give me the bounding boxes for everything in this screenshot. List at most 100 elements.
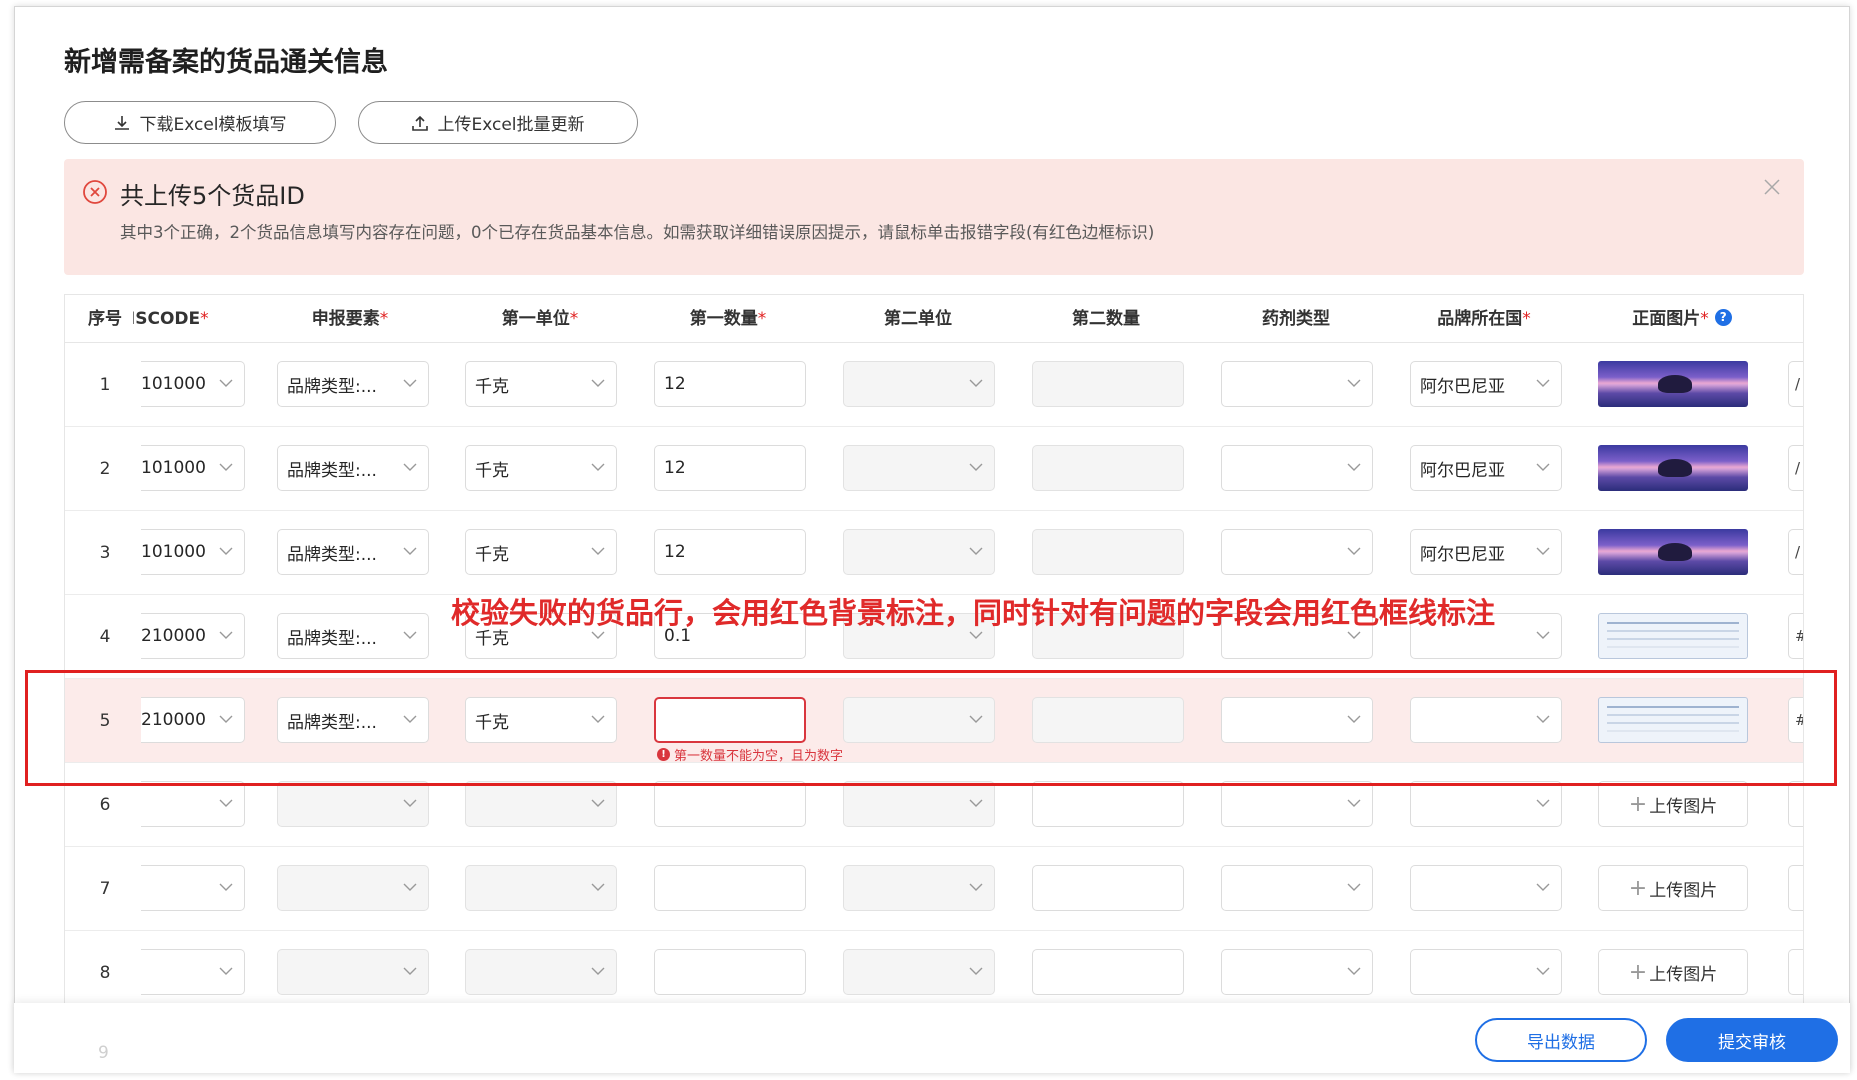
col-brand-country: 品牌所在国* (1437, 309, 1531, 329)
qty1-input[interactable]: 12 (654, 361, 806, 407)
drug-type-select[interactable] (1221, 529, 1373, 575)
download-template-label: 下载Excel模板填写 (139, 115, 287, 135)
next-column-cell[interactable] (1788, 865, 1803, 911)
qty1-input[interactable] (654, 865, 806, 911)
chevron-down-icon (1536, 547, 1550, 555)
front-image-thumbnail[interactable] (1598, 529, 1748, 575)
declaration-select[interactable] (277, 949, 429, 995)
unit2-select[interactable] (843, 781, 995, 827)
chevron-down-icon (219, 547, 233, 555)
hscode-select[interactable] (141, 949, 245, 995)
help-icon[interactable]: ? (1714, 309, 1732, 326)
brand-country-select[interactable] (1410, 865, 1562, 911)
chevron-down-icon (403, 967, 417, 975)
col-qty1: 第一数量* (689, 309, 767, 329)
upload-image-label: 上传图片 (1649, 964, 1718, 985)
chevron-down-icon (403, 631, 417, 639)
row-index: 4 (99, 627, 111, 647)
upload-excel-button[interactable]: 上传Excel批量更新 (358, 101, 638, 144)
row-index-faded: 9 (98, 1043, 109, 1063)
next-column-cell[interactable]: / (1788, 361, 1803, 407)
chevron-down-icon (1347, 967, 1361, 975)
hscode-select[interactable]: 101000 (141, 445, 245, 491)
qty1-input[interactable] (654, 949, 806, 995)
hscode-select[interactable]: 210000 (141, 613, 245, 659)
col-unit2: 第二单位 (884, 309, 952, 329)
qty2-input[interactable] (1032, 445, 1184, 491)
declaration-select[interactable]: 品牌类型:... (277, 529, 429, 575)
declaration-select[interactable] (277, 781, 429, 827)
drug-type-select[interactable] (1221, 445, 1373, 491)
hscode-value: 101000 (141, 542, 206, 562)
row-index: 8 (99, 963, 111, 983)
drug-type-select[interactable] (1221, 781, 1373, 827)
declaration-value: 品牌类型:... (287, 376, 377, 397)
declaration-select[interactable]: 品牌类型:... (277, 361, 429, 407)
chevron-down-icon (219, 631, 233, 639)
declaration-select[interactable]: 品牌类型:... (277, 613, 429, 659)
unit1-select[interactable] (465, 949, 617, 995)
brand-country-value: 阿尔巴尼亚 (1420, 376, 1505, 397)
unit2-select[interactable] (843, 529, 995, 575)
brand-country-select[interactable]: 阿尔巴尼亚 (1410, 361, 1562, 407)
unit1-select[interactable]: 千克 (465, 361, 617, 407)
goods-table: 序号 HSCODE* 申报要素* 第一单位* 第一数量* 第二单位 第二数量 药… (64, 294, 1804, 1014)
hscode-value: 210000 (141, 626, 206, 646)
chevron-down-icon (969, 463, 983, 471)
brand-country-select[interactable]: 阿尔巴尼亚 (1410, 445, 1562, 491)
unit1-select[interactable] (465, 865, 617, 911)
qty1-input[interactable]: 12 (654, 529, 806, 575)
chevron-down-icon (1536, 463, 1550, 471)
unit1-select[interactable]: 千克 (465, 445, 617, 491)
next-column-cell[interactable] (1788, 781, 1803, 827)
qty2-input[interactable] (1032, 361, 1184, 407)
brand-country-select[interactable] (1410, 781, 1562, 827)
brand-country-select[interactable] (1410, 949, 1562, 995)
qty2-input[interactable] (1032, 949, 1184, 995)
col-declaration: 申报要素* (311, 309, 389, 329)
qty2-input[interactable] (1032, 781, 1184, 827)
front-image-thumbnail[interactable] (1598, 613, 1748, 659)
unit2-select[interactable] (843, 361, 995, 407)
declaration-select[interactable] (277, 865, 429, 911)
next-column-cell[interactable] (1788, 949, 1803, 995)
unit2-select[interactable] (843, 865, 995, 911)
close-icon[interactable] (1762, 177, 1782, 197)
chevron-down-icon (969, 799, 983, 807)
upload-image-label: 上传图片 (1649, 796, 1718, 817)
drug-type-select[interactable] (1221, 361, 1373, 407)
plus-icon: + (1628, 875, 1648, 901)
upload-image-button[interactable]: + 上传图片 (1598, 949, 1748, 995)
qty2-input[interactable] (1032, 529, 1184, 575)
plus-icon: + (1628, 791, 1648, 817)
qty2-input[interactable] (1032, 865, 1184, 911)
declaration-select[interactable]: 品牌类型:... (277, 445, 429, 491)
unit1-select[interactable]: 千克 (465, 529, 617, 575)
hscode-select[interactable] (141, 865, 245, 911)
drug-type-select[interactable] (1221, 949, 1373, 995)
declaration-value: 品牌类型:... (287, 544, 377, 565)
submit-review-button[interactable]: 提交审核 (1666, 1018, 1838, 1062)
chevron-down-icon (591, 883, 605, 891)
unit2-select[interactable] (843, 445, 995, 491)
next-column-cell[interactable]: # (1788, 613, 1803, 659)
qty1-input[interactable]: 12 (654, 445, 806, 491)
upload-image-button[interactable]: + 上传图片 (1598, 865, 1748, 911)
next-column-cell[interactable]: / (1788, 529, 1803, 575)
unit1-select[interactable] (465, 781, 617, 827)
brand-country-select[interactable]: 阿尔巴尼亚 (1410, 529, 1562, 575)
unit2-select[interactable] (843, 949, 995, 995)
hscode-select[interactable]: 101000 (141, 361, 245, 407)
front-image-thumbnail[interactable] (1598, 445, 1748, 491)
download-template-button[interactable]: 下载Excel模板填写 (64, 101, 336, 144)
next-column-cell[interactable]: / (1788, 445, 1803, 491)
hscode-select[interactable] (141, 781, 245, 827)
chevron-down-icon (1536, 799, 1550, 807)
error-alert: 共上传5个货品ID 其中3个正确，2个货品信息填写内容存在问题，0个已存在货品基… (64, 159, 1804, 275)
export-data-button[interactable]: 导出数据 (1475, 1018, 1647, 1062)
drug-type-select[interactable] (1221, 865, 1373, 911)
qty1-input[interactable] (654, 781, 806, 827)
front-image-thumbnail[interactable] (1598, 361, 1748, 407)
upload-image-button[interactable]: + 上传图片 (1598, 781, 1748, 827)
hscode-select[interactable]: 101000 (141, 529, 245, 575)
